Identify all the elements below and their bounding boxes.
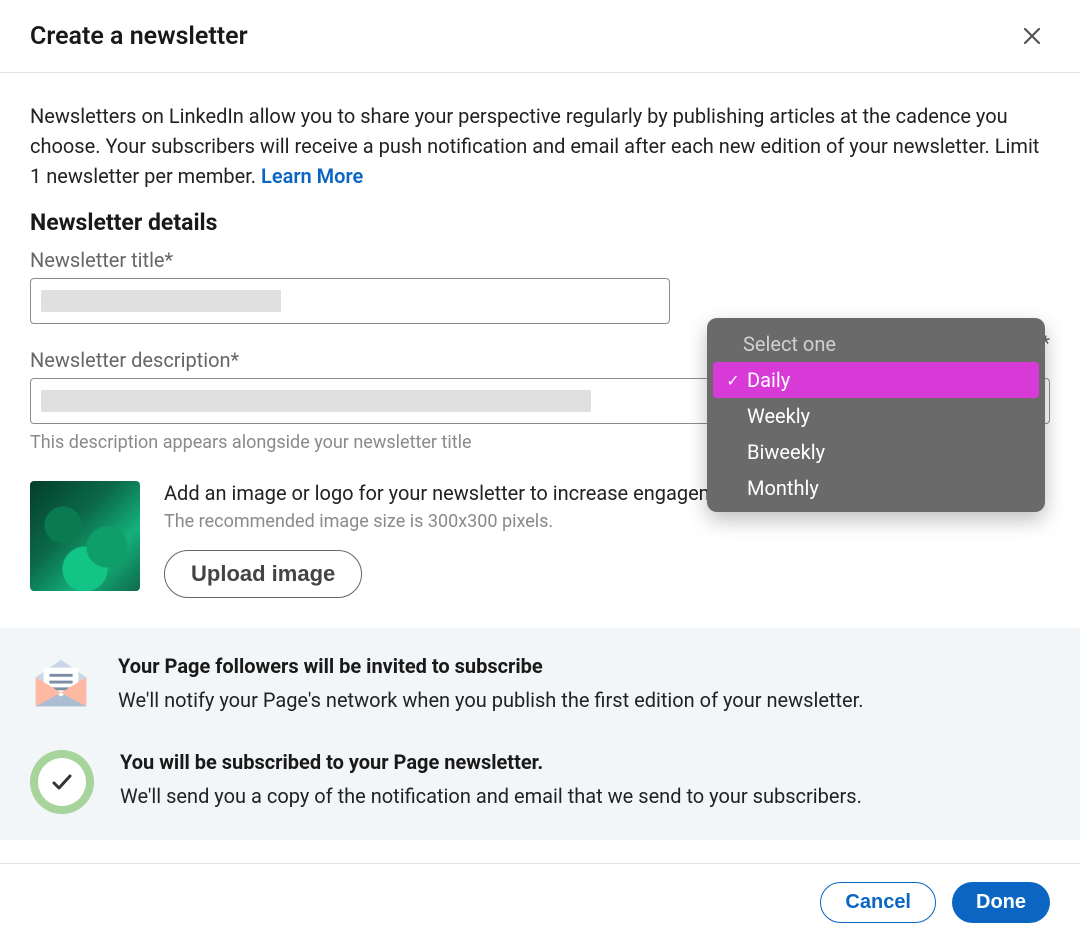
close-button[interactable] xyxy=(1014,18,1050,54)
create-newsletter-modal: Create a newsletter Newsletters on Linke… xyxy=(0,0,1080,941)
dropdown-option-label: Monthly xyxy=(747,476,819,500)
details-heading: Newsletter details xyxy=(30,209,1050,236)
modal-title: Create a newsletter xyxy=(30,22,248,51)
dropdown-option-daily[interactable]: ✓ Daily xyxy=(713,362,1039,398)
newsletter-title-input[interactable] xyxy=(30,278,670,324)
title-row: Newsletter title* xyxy=(30,248,1050,324)
dropdown-option-label: Weekly xyxy=(747,404,810,428)
info-panel: Your Page followers will be invited to s… xyxy=(0,628,1080,840)
upload-text: Add an image or logo for your newsletter… xyxy=(164,481,750,598)
dropdown-option-biweekly[interactable]: Biweekly xyxy=(713,434,1039,470)
info-item-subscribe: You will be subscribed to your Page news… xyxy=(30,750,1050,814)
intro-text-span: Newsletters on LinkedIn allow you to sha… xyxy=(30,104,1039,188)
cadence-dropdown[interactable]: Select one ✓ Daily Weekly Biweekly Month… xyxy=(707,318,1045,512)
newsletter-thumbnail[interactable] xyxy=(30,481,140,591)
dropdown-placeholder: Select one xyxy=(713,324,1039,362)
redacted-description-value xyxy=(41,390,591,412)
info-item-invite-body: We'll notify your Page's network when yo… xyxy=(118,688,863,712)
upload-hint: The recommended image size is 300x300 pi… xyxy=(164,511,750,532)
info-item-subscribe-text: You will be subscribed to your Page news… xyxy=(120,750,862,808)
modal-footer: Cancel Done xyxy=(0,863,1080,941)
check-icon: ✓ xyxy=(723,371,743,390)
check-badge-icon xyxy=(30,750,94,814)
dropdown-option-monthly[interactable]: Monthly xyxy=(713,470,1039,506)
intro-text: Newsletters on LinkedIn allow you to sha… xyxy=(30,101,1050,191)
info-item-subscribe-title: You will be subscribed to your Page news… xyxy=(120,750,862,774)
envelope-icon xyxy=(30,654,92,716)
info-item-invite-title: Your Page followers will be invited to s… xyxy=(118,654,863,678)
close-icon xyxy=(1020,24,1044,48)
upload-title: Add an image or logo for your newsletter… xyxy=(164,481,750,505)
learn-more-link[interactable]: Learn More xyxy=(261,164,363,188)
info-item-invite: Your Page followers will be invited to s… xyxy=(30,654,1050,716)
done-button[interactable]: Done xyxy=(952,882,1050,923)
redacted-title-value xyxy=(41,290,281,312)
dropdown-option-weekly[interactable]: Weekly xyxy=(713,398,1039,434)
newsletter-title-label: Newsletter title* xyxy=(30,248,670,272)
info-item-subscribe-body: We'll send you a copy of the notificatio… xyxy=(120,784,862,808)
upload-image-button[interactable]: Upload image xyxy=(164,550,362,598)
info-item-invite-text: Your Page followers will be invited to s… xyxy=(118,654,863,712)
modal-body: Newsletters on LinkedIn allow you to sha… xyxy=(0,73,1080,863)
dropdown-option-label: Biweekly xyxy=(747,440,825,464)
dropdown-option-label: Daily xyxy=(747,368,790,392)
modal-header: Create a newsletter xyxy=(0,0,1080,73)
cancel-button[interactable]: Cancel xyxy=(820,882,936,923)
